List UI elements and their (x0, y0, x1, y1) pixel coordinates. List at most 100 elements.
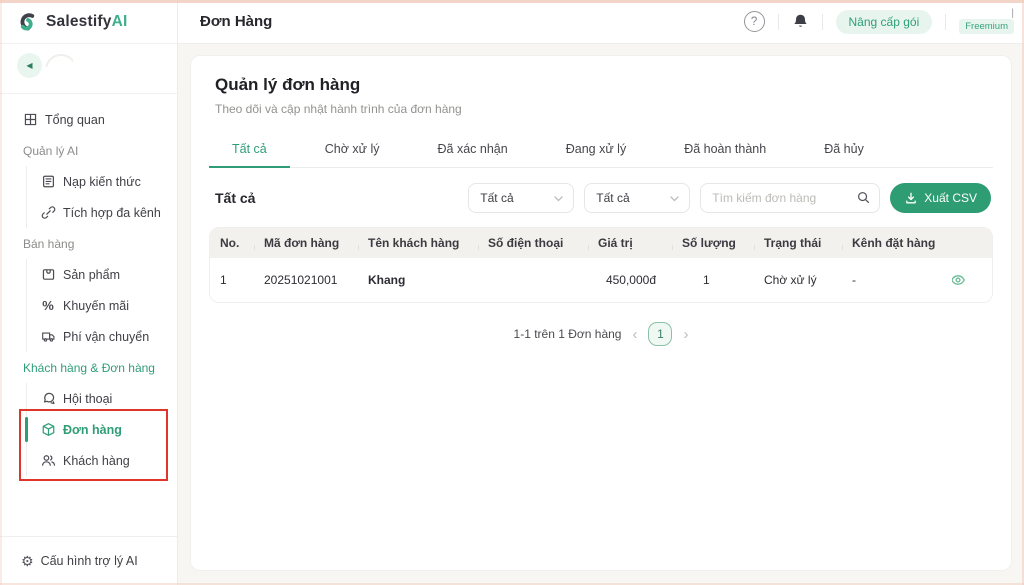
status-filter-value: Tất cả (480, 191, 513, 205)
product-box-icon (40, 267, 56, 283)
next-page-icon[interactable]: › (683, 327, 688, 342)
chevron-down-icon (670, 196, 679, 202)
sidebar-item-label: Khuyến mãi (63, 299, 129, 313)
help-icon[interactable]: ? (744, 11, 765, 32)
plan-divider-mark: | (1011, 9, 1014, 18)
sidebar-item-label: Tích hợp đa kênh (63, 206, 161, 220)
sidebar-item-overview[interactable]: Tổng quan (0, 104, 177, 135)
sidebar-collapse-row: ◀ (0, 44, 177, 93)
sidebar: SalestifyAI ◀ Tổng quan Quản lý AI Nạp k… (0, 0, 178, 585)
chat-icon (40, 391, 56, 407)
upgrade-plan-button[interactable]: Nâng cấp gói (836, 10, 933, 34)
status-tabs: Tất cả Chờ xử lý Đã xác nhận Đang xử lý … (209, 133, 993, 168)
export-csv-button[interactable]: Xuất CSV (890, 183, 991, 213)
table-row[interactable]: 1 20251021001 Khang 450,000đ 1 Chờ xử lý… (210, 258, 992, 302)
orders-card: Quản lý đơn hàng Theo dõi và cập nhật hà… (190, 55, 1012, 571)
col-order-code: Mã đơn hàng (254, 236, 358, 250)
sidebar-group-ai: Nạp kiến thức Tích hợp đa kênh (26, 166, 177, 228)
sidebar-item-customers[interactable]: Khách hàng (27, 445, 177, 476)
tab-processing[interactable]: Đang xử lý (543, 133, 649, 167)
main-content: Quản lý đơn hàng Theo dõi và cập nhật hà… (178, 44, 1024, 585)
sidebar-item-shipping[interactable]: Phí vận chuyển (27, 321, 177, 352)
brand-s-icon (15, 10, 38, 33)
avatar-skeleton (45, 54, 73, 67)
gear-icon: ⚙ (21, 554, 34, 568)
download-icon (904, 191, 918, 205)
search-icon[interactable] (856, 190, 871, 210)
header-divider (778, 14, 779, 30)
cell-no: 1 (210, 273, 254, 287)
link-icon (40, 205, 56, 221)
cube-icon (40, 422, 56, 438)
sidebar-group-customers-orders: Hội thoại Đơn hàng Khách hàng (26, 383, 177, 476)
sidebar-section-customers-orders: Khách hàng & Đơn hàng (0, 352, 177, 383)
col-quantity: Số lượng (672, 236, 754, 250)
book-icon (40, 174, 56, 190)
cell-order-code-link[interactable]: 20251021001 (254, 273, 358, 287)
annotated-items: Đơn hàng Khách hàng (27, 414, 177, 476)
app-screen: SalestifyAI ◀ Tổng quan Quản lý AI Nạp k… (0, 0, 1024, 585)
filter-controls: Tất cả Tất cả Xuấ (468, 183, 991, 213)
channel-filter-select[interactable]: Tất cả (584, 183, 690, 213)
col-status: Trạng thái (754, 236, 842, 250)
filter-heading: Tất cả (215, 190, 255, 206)
tab-completed[interactable]: Đã hoàn thành (661, 133, 789, 167)
export-csv-label: Xuất CSV (924, 191, 977, 205)
filter-bar: Tất cả Tất cả Tất cả (209, 183, 993, 213)
cell-value: 450,000đ (588, 273, 672, 287)
sidebar-item-label: Khách hàng (63, 454, 130, 468)
status-filter-select[interactable]: Tất cả (468, 183, 574, 213)
sidebar-item-integrations[interactable]: Tích hợp đa kênh (27, 197, 177, 228)
page-header-title: Đơn Hàng (200, 13, 272, 30)
sidebar-item-ai-config[interactable]: ⚙ Cấu hình trợ lý AI (0, 536, 177, 585)
sidebar-section-sales: Bán hàng (0, 228, 177, 259)
sidebar-collapse-button[interactable]: ◀ (17, 53, 42, 78)
col-no: No. (210, 236, 254, 250)
notifications-bell-icon[interactable] (792, 13, 809, 30)
col-customer: Tên khách hàng (358, 236, 478, 250)
brand-logo[interactable]: SalestifyAI (0, 0, 177, 44)
cell-customer: Khang (358, 273, 478, 287)
sidebar-item-knowledge[interactable]: Nạp kiến thức (27, 166, 177, 197)
cell-quantity: 1 (672, 273, 754, 287)
order-search (700, 183, 880, 213)
tab-pending[interactable]: Chờ xử lý (302, 133, 403, 167)
plan-badge: Freemium (959, 19, 1014, 34)
truck-icon (40, 329, 56, 345)
search-input[interactable] (700, 183, 880, 213)
col-phone: Số điện thoại (478, 236, 588, 250)
page-subtitle: Theo dõi và cập nhật hành trình của đơn … (209, 102, 993, 116)
page-number-button[interactable]: 1 (648, 322, 672, 346)
col-value: Giá trị (588, 236, 672, 250)
pagination: 1-1 trên 1 Đơn hàng ‹ 1 › (209, 322, 993, 346)
view-order-eye-icon[interactable] (952, 272, 966, 288)
sidebar-item-label: Phí vận chuyển (63, 330, 149, 344)
tab-confirmed[interactable]: Đã xác nhận (415, 133, 531, 167)
cell-channel: - (842, 273, 952, 287)
grid-icon (22, 112, 38, 128)
sidebar-item-conversations[interactable]: Hội thoại (27, 383, 177, 414)
header-divider (945, 14, 946, 30)
sidebar-item-products[interactable]: Sản phẩm (27, 259, 177, 290)
sidebar-item-label: Tổng quan (45, 113, 105, 127)
header-divider (822, 14, 823, 30)
sidebar-item-label: Đơn hàng (63, 423, 122, 437)
prev-page-icon[interactable]: ‹ (632, 327, 637, 342)
sidebar-item-orders[interactable]: Đơn hàng (27, 414, 177, 445)
tab-cancelled[interactable]: Đã hủy (801, 133, 887, 167)
table-header-row: No. Mã đơn hàng Tên khách hàng Số điện t… (210, 228, 992, 258)
sidebar-section-ai: Quản lý AI (0, 135, 177, 166)
percent-icon: % (40, 298, 56, 314)
sidebar-item-label: Cấu hình trợ lý AI (41, 554, 138, 568)
header-actions: ? Nâng cấp gói | Freemium (744, 9, 1016, 34)
cell-status: Chờ xử lý (754, 273, 842, 287)
account-plan[interactable]: | Freemium (959, 9, 1016, 34)
tab-all[interactable]: Tất cả (209, 133, 290, 167)
top-header: Đơn Hàng ? Nâng cấp gói | Freemium (178, 0, 1024, 44)
sidebar-item-label: Nạp kiến thức (63, 175, 141, 189)
sidebar-nav: Tổng quan Quản lý AI Nạp kiến thức Tích … (0, 94, 177, 476)
col-channel: Kênh đặt hàng (842, 236, 952, 250)
sidebar-item-label: Hội thoại (63, 392, 112, 406)
pagination-summary: 1-1 trên 1 Đơn hàng (514, 327, 622, 341)
sidebar-item-promotions[interactable]: % Khuyến mãi (27, 290, 177, 321)
